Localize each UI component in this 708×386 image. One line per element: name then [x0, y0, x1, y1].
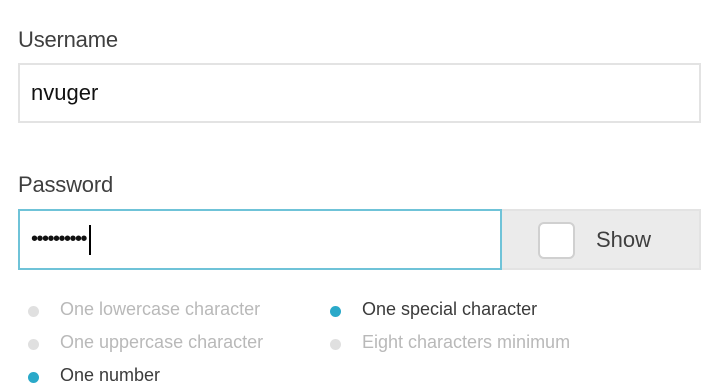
username-label: Username [18, 27, 118, 52]
password-label: Password [18, 172, 113, 197]
requirement-text: Eight characters minimum [362, 332, 571, 352]
requirement-text: One uppercase character [60, 332, 264, 352]
status-dot-icon [330, 306, 341, 317]
password-masked-value: •••••••••• [31, 228, 88, 250]
show-password-toggle[interactable]: Show [502, 209, 701, 270]
show-password-checkbox[interactable] [538, 222, 575, 259]
status-dot-icon [28, 306, 39, 317]
status-dot-icon [330, 339, 341, 350]
status-dot-icon [28, 372, 39, 383]
show-password-label: Show [596, 227, 652, 252]
status-dot-icon [28, 339, 39, 350]
username-value: nvuger [31, 80, 99, 105]
requirement-text: One special character [362, 299, 538, 319]
requirement-text: One number [60, 365, 161, 385]
password-input[interactable]: •••••••••• [18, 209, 502, 270]
requirement-text: One lowercase character [60, 299, 261, 319]
text-caret [89, 224, 92, 255]
username-input[interactable]: nvuger [18, 63, 701, 123]
